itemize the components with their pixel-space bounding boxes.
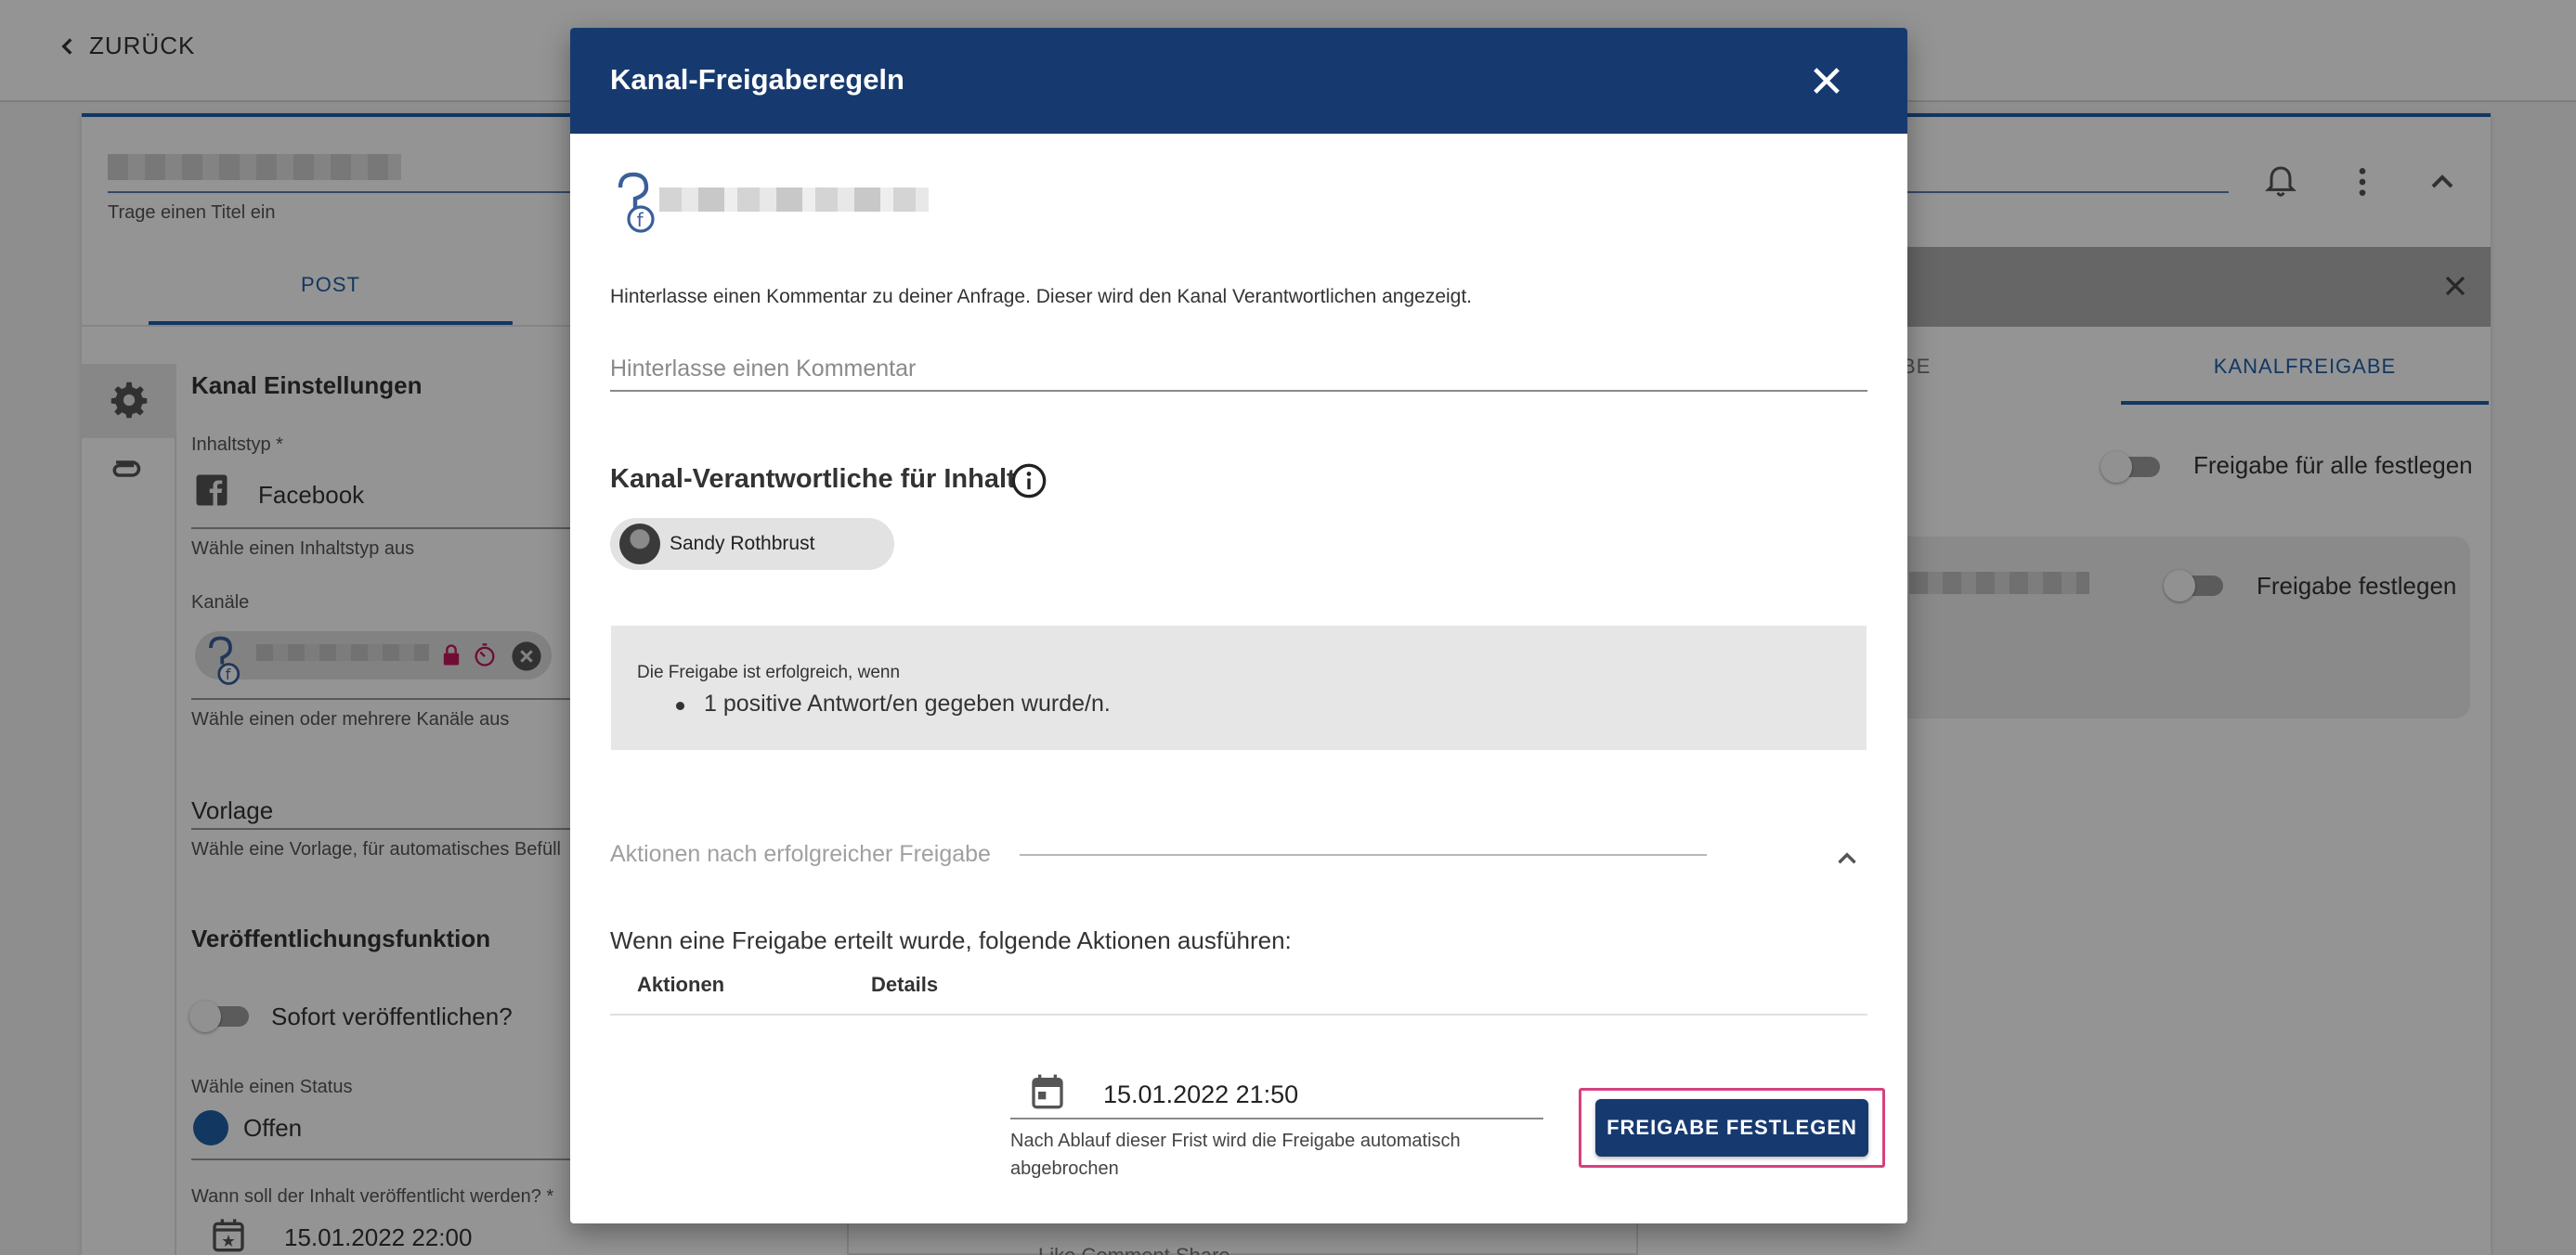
table-divider (610, 1014, 1867, 1016)
info-icon[interactable] (1010, 462, 1047, 499)
condition-item: 1 positive Antwort/en gegeben wurde/n. (704, 691, 1111, 717)
approval-condition-box: Die Freigabe ist erfolgreich, wenn 1 pos… (611, 626, 1867, 750)
deadline-value[interactable]: 15.01.2022 21:50 (1103, 1080, 1298, 1109)
condition-label: Die Freigabe ist erfolgreich, wenn (637, 663, 901, 682)
dialog-header: Kanal-Freigaberegeln (570, 28, 1907, 134)
actions-intro: Wenn eine Freigabe erteilt wurde, folgen… (610, 926, 1292, 954)
close-icon[interactable] (1807, 61, 1846, 100)
comment-hint: Hinterlasse einen Kommentar zu deiner An… (610, 286, 1473, 307)
channel-approval-rules-dialog: Kanal-Freigaberegeln f Hinterlasse einen… (570, 28, 1907, 1223)
set-approval-button[interactable]: FREIGABE FESTLEGEN (1595, 1099, 1868, 1157)
avatar (619, 524, 660, 564)
column-header-actions: Aktionen (637, 973, 725, 996)
comment-input[interactable] (610, 347, 1867, 392)
column-header-details: Details (871, 973, 939, 996)
responsible-person-chip[interactable]: Sandy Rothbrust (610, 518, 894, 570)
deadline-hint: Nach Ablauf dieser Frist wird die Freiga… (1010, 1131, 1461, 1179)
actions-divider (1020, 854, 1707, 856)
calendar-icon[interactable] (1029, 1073, 1066, 1110)
channel-approval-icon: f (618, 172, 655, 233)
channel-name-blurred (659, 188, 929, 212)
dialog-title: Kanal-Freigaberegeln (610, 63, 904, 96)
responsible-person-name: Sandy Rothbrust (670, 533, 815, 554)
chevron-up-icon[interactable] (1831, 843, 1863, 874)
actions-section-title[interactable]: Aktionen nach erfolgreicher Freigabe (610, 841, 991, 868)
responsible-title: Kanal-Verantwortliche für Inhalt (610, 464, 1016, 494)
deadline-underline (1010, 1118, 1543, 1119)
bullet (676, 702, 684, 710)
svg-text:f: f (637, 209, 644, 231)
